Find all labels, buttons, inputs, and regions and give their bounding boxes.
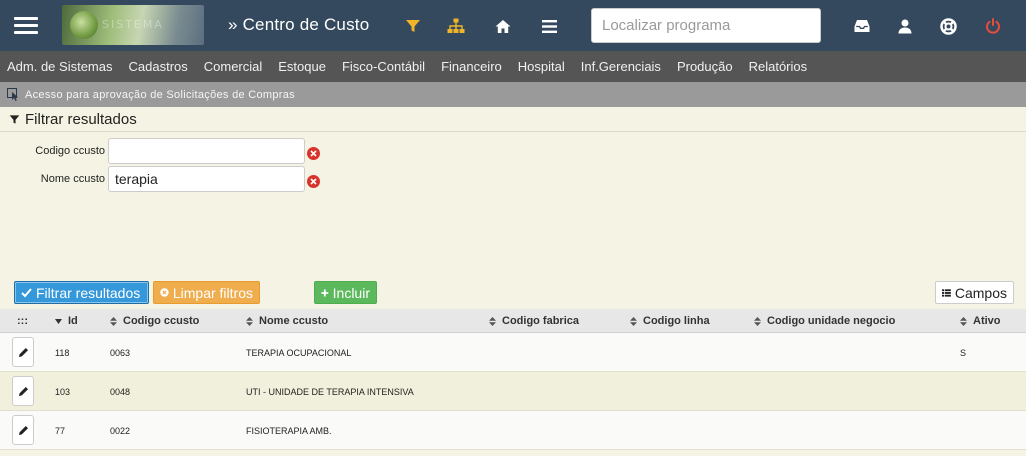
clear-filters-button[interactable]: Limpar filtros xyxy=(153,281,260,304)
top-bar: SISTEMA » Centro de Custo xyxy=(0,0,1026,51)
edit-button[interactable] xyxy=(12,337,34,367)
cell-id: 77 xyxy=(55,425,66,436)
column-header-codigo-ccusto[interactable]: Codigo ccusto xyxy=(110,309,199,333)
pencil-icon xyxy=(18,347,28,357)
cell-id: 103 xyxy=(55,386,71,397)
sort-desc-icon xyxy=(55,318,62,324)
power-icon[interactable] xyxy=(981,14,1005,38)
column-header-codigo-linha[interactable]: Codigo linha xyxy=(630,309,710,333)
notice-bar: Acesso para aprovação de Solicitações de… xyxy=(0,82,1026,107)
inbox-icon[interactable] xyxy=(850,14,874,38)
table-row[interactable]: 118 0063 TERAPIA OCUPACIONAL S xyxy=(0,333,1026,372)
drag-handle-icon[interactable]: ::: xyxy=(17,309,28,333)
column-header-id[interactable]: Id xyxy=(55,309,78,333)
columns-icon xyxy=(942,288,951,297)
menu-item-fisco-contabil[interactable]: Fisco-Contábil xyxy=(342,59,425,74)
menu-icon[interactable] xyxy=(14,17,38,35)
menu-item-inf-gerenciais[interactable]: Inf.Gerenciais xyxy=(581,59,661,74)
table-row[interactable]: 103 0048 UTI - UNIDADE DE TERAPIA INTENS… xyxy=(0,372,1026,411)
sort-icon xyxy=(754,316,761,326)
sort-icon xyxy=(960,316,967,326)
add-button[interactable]: Incluir xyxy=(314,281,377,304)
menu-item-financeiro[interactable]: Financeiro xyxy=(441,59,502,74)
clear-filters-label: Limpar filtros xyxy=(172,284,253,301)
codigo-ccusto-input[interactable] xyxy=(108,138,305,164)
notice-link[interactable]: Acesso para aprovação de Solicitações de… xyxy=(25,89,295,101)
sort-icon xyxy=(489,316,496,326)
filter-panel-title: Filtrar resultados xyxy=(25,110,137,128)
menu-item-hospital[interactable]: Hospital xyxy=(518,59,565,74)
clear-codigo-ccusto-icon[interactable] xyxy=(307,147,320,160)
table-row[interactable]: 77 0022 FISIOTERAPIA AMB. xyxy=(0,411,1026,450)
list-icon[interactable] xyxy=(537,14,561,38)
nome-ccusto-input[interactable] xyxy=(108,166,305,192)
sort-icon xyxy=(246,316,253,326)
columns-label: Campos xyxy=(954,284,1007,301)
cell-nome-ccusto: UTI - UNIDADE DE TERAPIA INTENSIVA xyxy=(246,386,414,397)
filter-results-button[interactable]: Filtrar resultados xyxy=(14,281,149,304)
columns-button[interactable]: Campos xyxy=(935,281,1014,304)
edit-button[interactable] xyxy=(12,415,34,445)
main-menu: Adm. de Sistemas Cadastros Comercial Est… xyxy=(0,51,1026,82)
menu-item-producao[interactable]: Produção xyxy=(677,59,733,74)
filter-panel-header[interactable]: Filtrar resultados xyxy=(0,107,1026,132)
user-icon[interactable] xyxy=(893,14,917,38)
column-header-codigo-fabrica[interactable]: Codigo fabrica xyxy=(489,309,579,333)
check-icon xyxy=(21,287,32,297)
filter-icon xyxy=(9,114,20,124)
clear-nome-ccusto-icon[interactable] xyxy=(307,175,320,188)
lifebuoy-icon[interactable] xyxy=(936,14,960,38)
filter-icon[interactable] xyxy=(401,14,425,38)
cell-ativo: S xyxy=(960,347,967,358)
pencil-icon xyxy=(18,425,28,435)
cell-nome-ccusto: TERAPIA OCUPACIONAL xyxy=(246,347,352,358)
menu-item-cadastros[interactable]: Cadastros xyxy=(129,59,188,74)
menu-item-comercial[interactable]: Comercial xyxy=(204,59,263,74)
cell-nome-ccusto: FISIOTERAPIA AMB. xyxy=(246,425,332,436)
cell-codigo-ccusto: 0063 xyxy=(110,347,131,358)
plus-icon xyxy=(321,289,329,296)
column-header-codigo-unidade-negocio[interactable]: Codigo unidade negocio xyxy=(754,309,895,333)
sort-icon xyxy=(630,316,637,326)
column-header-nome-ccusto[interactable]: Nome ccusto xyxy=(246,309,328,333)
table-header: ::: Id Codigo ccusto Nome ccusto Codigo … xyxy=(0,309,1026,333)
menu-item-adm-sistemas[interactable]: Adm. de Sistemas xyxy=(7,59,113,74)
edit-button[interactable] xyxy=(12,376,34,406)
column-header-ativo[interactable]: Ativo xyxy=(960,309,1001,333)
nome-ccusto-label: Nome ccusto xyxy=(40,173,105,185)
home-icon[interactable] xyxy=(491,14,515,38)
pencil-icon xyxy=(18,386,28,396)
times-circle-icon xyxy=(160,288,169,297)
sitemap-icon[interactable] xyxy=(444,14,468,38)
cell-id: 118 xyxy=(55,347,70,358)
cell-codigo-ccusto: 0048 xyxy=(110,386,131,397)
company-logo[interactable]: SISTEMA xyxy=(62,5,204,45)
pointer-icon xyxy=(7,87,18,101)
sort-icon xyxy=(110,316,117,326)
add-label: Incluir xyxy=(332,284,370,301)
cell-codigo-ccusto: 0022 xyxy=(110,425,131,436)
search-program-input[interactable] xyxy=(591,8,821,43)
menu-item-estoque[interactable]: Estoque xyxy=(278,59,326,74)
filter-results-label: Filtrar resultados xyxy=(36,284,141,301)
codigo-ccusto-label: Codigo ccusto xyxy=(35,145,105,157)
page-title: » Centro de Custo xyxy=(228,15,370,34)
menu-item-relatorios[interactable]: Relatórios xyxy=(749,59,808,74)
